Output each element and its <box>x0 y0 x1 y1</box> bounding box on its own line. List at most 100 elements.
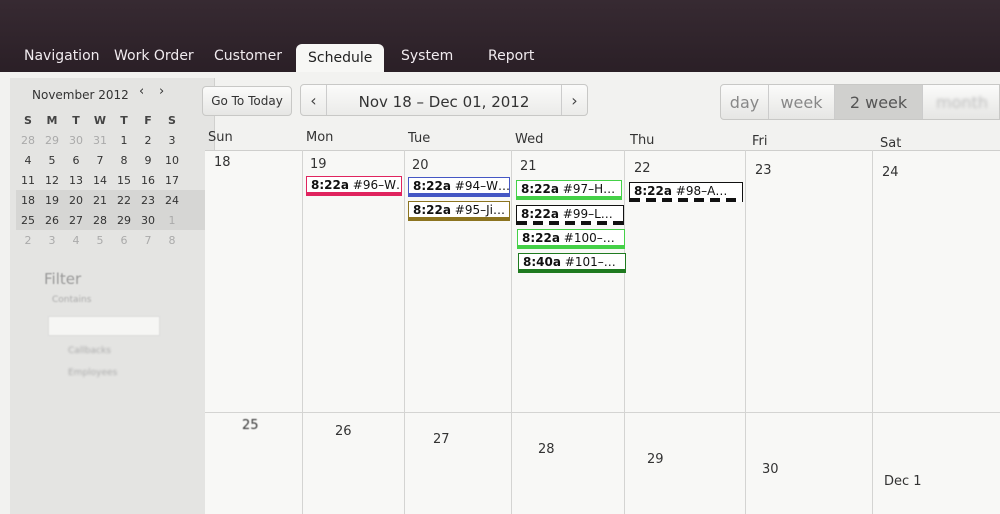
mini-day[interactable]: 12 <box>40 174 64 187</box>
mini-day[interactable]: 8 <box>112 154 136 167</box>
event-time: 8:22a <box>522 231 560 245</box>
mini-day[interactable]: 30 <box>64 134 88 147</box>
mini-calendar-next-icon[interactable]: › <box>159 84 164 99</box>
mini-day[interactable]: 22 <box>112 194 136 207</box>
mini-day[interactable]: 1 <box>112 134 136 147</box>
mini-day[interactable]: 30 <box>136 214 160 227</box>
mini-day[interactable]: 23 <box>136 194 160 207</box>
weekday-header-mon: Mon <box>306 130 334 145</box>
calendar-event[interactable]: 8:22a #100–… <box>517 229 625 249</box>
mini-calendar-week: 4 5 6 7 8 9 10 <box>16 150 208 170</box>
mini-day[interactable]: 7 <box>136 234 160 247</box>
tab-report[interactable]: Report <box>488 48 534 64</box>
mini-day[interactable]: 15 <box>112 174 136 187</box>
mini-day[interactable]: 28 <box>88 214 112 227</box>
mini-day[interactable]: 25 <box>16 214 40 227</box>
day-cell-number: 26 <box>335 424 352 439</box>
event-time: 8:22a <box>634 184 672 198</box>
event-time: 8:22a <box>521 207 559 221</box>
mini-day[interactable]: 29 <box>112 214 136 227</box>
calendar-event[interactable]: 8:22a #94–W… <box>408 177 510 197</box>
mini-day[interactable]: 2 <box>16 234 40 247</box>
mini-calendar-prev-icon[interactable]: ‹ <box>139 84 144 99</box>
mini-day[interactable]: 28 <box>16 134 40 147</box>
mini-calendar-month-label: November 2012 <box>32 88 129 102</box>
mini-day[interactable]: 20 <box>64 194 88 207</box>
event-title: #95–Ji… <box>454 203 505 217</box>
mini-day[interactable]: 1 <box>160 214 184 227</box>
mini-day[interactable]: 5 <box>88 234 112 247</box>
view-month-button[interactable]: month <box>923 85 1000 119</box>
mini-weekday-header: T <box>120 113 128 127</box>
day-cell-number: 27 <box>433 432 450 447</box>
calendar-event[interactable]: 8:22a #95–Ji… <box>408 201 510 221</box>
mini-weekday-header: F <box>144 113 152 127</box>
day-cell-number: 22 <box>634 161 651 176</box>
mini-day[interactable]: 9 <box>136 154 160 167</box>
mini-day[interactable]: 3 <box>40 234 64 247</box>
view-week-button[interactable]: week <box>769 85 835 119</box>
mini-day[interactable]: 16 <box>136 174 160 187</box>
mini-day[interactable]: 4 <box>64 234 88 247</box>
mini-day[interactable]: 11 <box>16 174 40 187</box>
mini-day[interactable]: 4 <box>16 154 40 167</box>
mini-day[interactable]: 10 <box>160 154 184 167</box>
mini-day[interactable]: 29 <box>40 134 64 147</box>
mini-weekday-header: T <box>72 113 80 127</box>
day-cell-number: 21 <box>520 159 537 174</box>
next-range-icon[interactable]: › <box>561 85 587 115</box>
weekday-header-thu: Thu <box>630 133 655 148</box>
mini-day[interactable]: 17 <box>160 174 184 187</box>
mini-day[interactable]: 19 <box>40 194 64 207</box>
mini-day[interactable]: 31 <box>88 134 112 147</box>
day-cell-number: 19 <box>310 157 327 172</box>
day-cell-number: 20 <box>412 158 429 173</box>
calendar-event[interactable]: 8:22a #99–L… <box>516 205 624 225</box>
mini-day[interactable]: 2 <box>136 134 160 147</box>
mini-day[interactable]: 18 <box>16 194 40 207</box>
weekday-header-wed: Wed <box>515 132 544 147</box>
mini-day[interactable]: 6 <box>64 154 88 167</box>
mini-day[interactable]: 26 <box>40 214 64 227</box>
grid-divider <box>872 150 873 514</box>
mini-day[interactable]: 21 <box>88 194 112 207</box>
view-day-button[interactable]: day <box>721 85 769 119</box>
mini-day[interactable]: 27 <box>64 214 88 227</box>
filter-input[interactable] <box>48 316 160 336</box>
calendar-event[interactable]: 8:22a #96–W… <box>306 176 402 196</box>
grid-divider <box>745 150 746 514</box>
day-cell-number: 29 <box>647 452 664 467</box>
sidebar: November 2012 ‹ › S M T W T F S 28 29 30… <box>10 78 215 514</box>
mini-day[interactable]: 24 <box>160 194 184 207</box>
mini-day[interactable]: 3 <box>160 134 184 147</box>
prev-range-icon[interactable]: ‹ <box>301 85 327 115</box>
event-time: 8:22a <box>413 203 451 217</box>
tab-system[interactable]: System <box>401 48 453 64</box>
calendar-event[interactable]: 8:22a #98–A… <box>629 182 743 202</box>
tab-navigation[interactable]: Navigation <box>24 48 100 64</box>
mini-day[interactable]: 13 <box>64 174 88 187</box>
event-time: 8:22a <box>311 178 349 192</box>
mini-calendar-week: 28 29 30 31 1 2 3 <box>16 130 208 150</box>
mini-day[interactable]: 5 <box>40 154 64 167</box>
event-time: 8:40a <box>523 255 561 269</box>
weekday-header-tue: Tue <box>408 131 431 146</box>
grid-divider <box>511 150 512 514</box>
mini-calendar-week-selected: 18 19 20 21 22 23 24 <box>16 190 208 210</box>
mini-day[interactable]: 7 <box>88 154 112 167</box>
date-range-label: Nov 18 – Dec 01, 2012 <box>358 93 530 111</box>
mini-calendar-weekday-row: S M T W T F S <box>16 110 208 130</box>
mini-day[interactable]: 8 <box>160 234 184 247</box>
event-title: #99–L… <box>562 207 613 221</box>
filter-option-callbacks[interactable]: Callbacks <box>68 346 111 356</box>
view-2-week-button[interactable]: 2 week <box>835 85 923 119</box>
view-switcher: day week 2 week month <box>720 84 1000 120</box>
filter-option-employees[interactable]: Employees <box>68 368 117 378</box>
mini-day[interactable]: 6 <box>112 234 136 247</box>
calendar-event[interactable]: 8:40a #101–… <box>518 253 626 273</box>
mini-day[interactable]: 14 <box>88 174 112 187</box>
calendar-event[interactable]: 8:22a #97–H… <box>516 180 622 200</box>
go-to-today-button[interactable]: Go To Today <box>202 86 292 116</box>
tab-customer[interactable]: Customer <box>214 48 282 64</box>
tab-work-order[interactable]: Work Order <box>114 48 194 64</box>
